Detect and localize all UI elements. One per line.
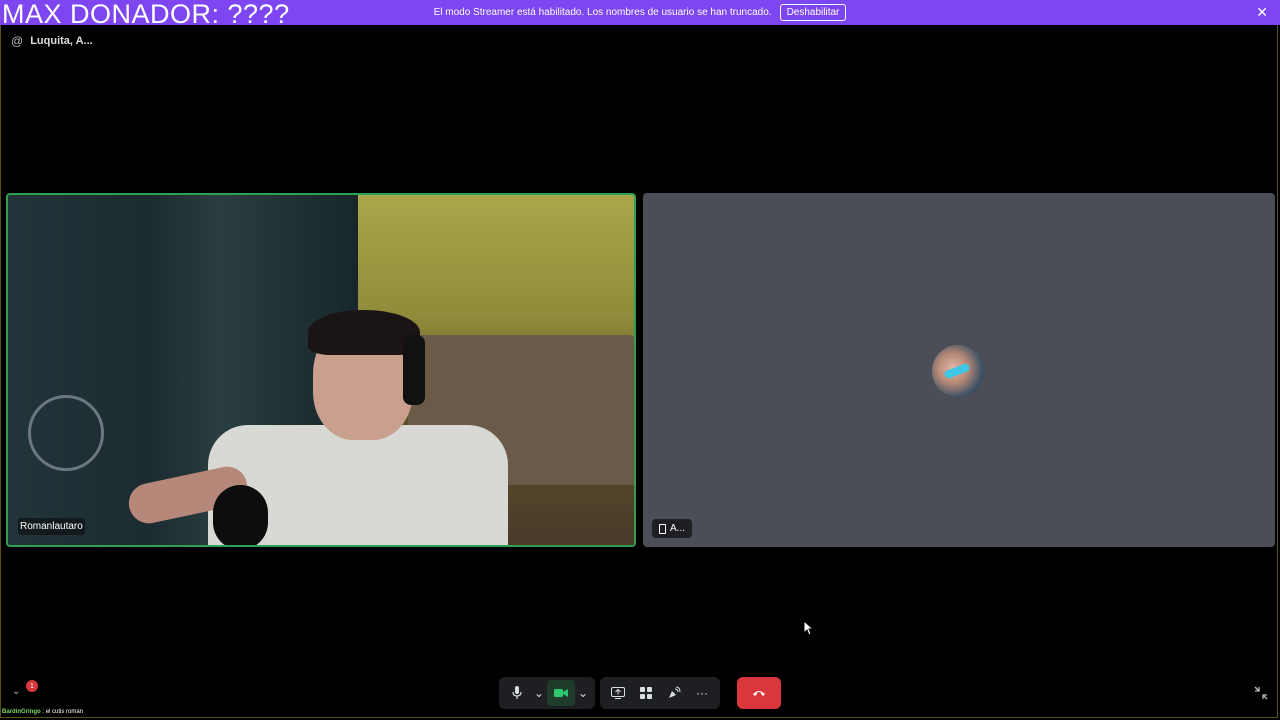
- hang-up-icon: [753, 691, 765, 696]
- close-icon[interactable]: ✕: [1256, 5, 1268, 19]
- chevron-down-icon[interactable]: ⌄: [575, 680, 591, 706]
- stream-chat-line: BardinGringo : el cutis roman: [2, 709, 83, 715]
- mic-camera-group: ⌄ ⌄: [499, 677, 595, 709]
- leave-call-button[interactable]: [737, 677, 781, 709]
- channel-name[interactable]: Luquita, A...: [30, 35, 93, 47]
- chat-username: BardinGringo: [2, 709, 41, 715]
- banner-text: El modo Streamer está habilitado. Los no…: [433, 7, 772, 18]
- participant-name-tag: A...: [652, 519, 693, 538]
- screen-share-button[interactable]: [604, 680, 632, 706]
- more-options-button[interactable]: ···: [688, 680, 716, 706]
- video-mic-stand: [28, 395, 104, 471]
- participant-name: A...: [670, 523, 686, 534]
- camera-button[interactable]: [547, 680, 575, 706]
- camera-icon: [554, 689, 568, 697]
- chevron-down-icon[interactable]: ⌄: [12, 686, 20, 697]
- fullscreen-button[interactable]: [1254, 686, 1268, 705]
- video-tile-participant-2[interactable]: A...: [643, 193, 1275, 547]
- microphone-button[interactable]: [503, 680, 531, 706]
- call-actions-controls: ···: [600, 677, 720, 709]
- activities-icon: [640, 687, 652, 699]
- avatar-detail: [943, 362, 971, 380]
- activities-button[interactable]: [632, 680, 660, 706]
- avatar: [932, 345, 984, 397]
- call-actions-group: ···: [600, 677, 720, 709]
- at-icon: @: [11, 34, 24, 48]
- video-headset: [403, 335, 425, 405]
- stream-overlay-title: MAX DONADOR: ????: [2, 0, 290, 29]
- chevron-down-icon[interactable]: ⌄: [531, 680, 547, 706]
- participant-name-tag: Romanlautaro: [18, 518, 85, 535]
- audio-video-controls: ⌄ ⌄: [499, 677, 595, 709]
- soundboard-button[interactable]: [660, 680, 688, 706]
- chat-message: el cutis roman: [45, 709, 84, 715]
- disable-streamer-mode-button[interactable]: Deshabilitar: [779, 4, 847, 21]
- collapse-icon: [1254, 686, 1268, 700]
- screen-share-icon: [611, 687, 625, 699]
- notification-badge: 1: [26, 680, 38, 692]
- phone-icon: [659, 523, 666, 534]
- video-microphone: [213, 485, 268, 545]
- call-channel-header: @ Luquita, A...: [11, 34, 93, 48]
- microphone-icon: [512, 686, 522, 699]
- soundboard-icon: [669, 686, 681, 698]
- video-tile-romanlautaro[interactable]: Romanlautaro: [6, 193, 636, 547]
